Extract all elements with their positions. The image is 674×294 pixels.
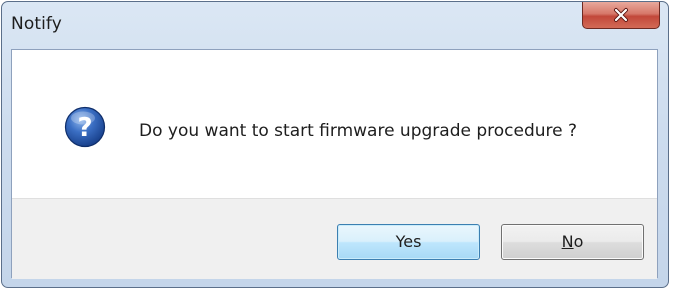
message-text: Do you want to start firmware upgrade pr… [139, 121, 578, 141]
notify-dialog: Notify ? Do you want to start firmware u… [1, 1, 669, 288]
close-button[interactable] [582, 2, 660, 29]
no-button-label-rest: o [573, 232, 584, 251]
question-icon: ? [64, 106, 106, 148]
yes-button[interactable]: Yes [337, 224, 480, 260]
no-button[interactable]: No [501, 224, 644, 260]
dialog-content: ? Do you want to start firmware upgrade … [11, 49, 658, 279]
close-icon [614, 8, 628, 22]
no-button-mnemonic: N [561, 232, 574, 251]
message-area: ? Do you want to start firmware upgrade … [12, 50, 657, 198]
dialog-title: Notify [11, 14, 62, 34]
button-bar: Yes No [12, 198, 657, 279]
svg-text:?: ? [77, 113, 92, 143]
